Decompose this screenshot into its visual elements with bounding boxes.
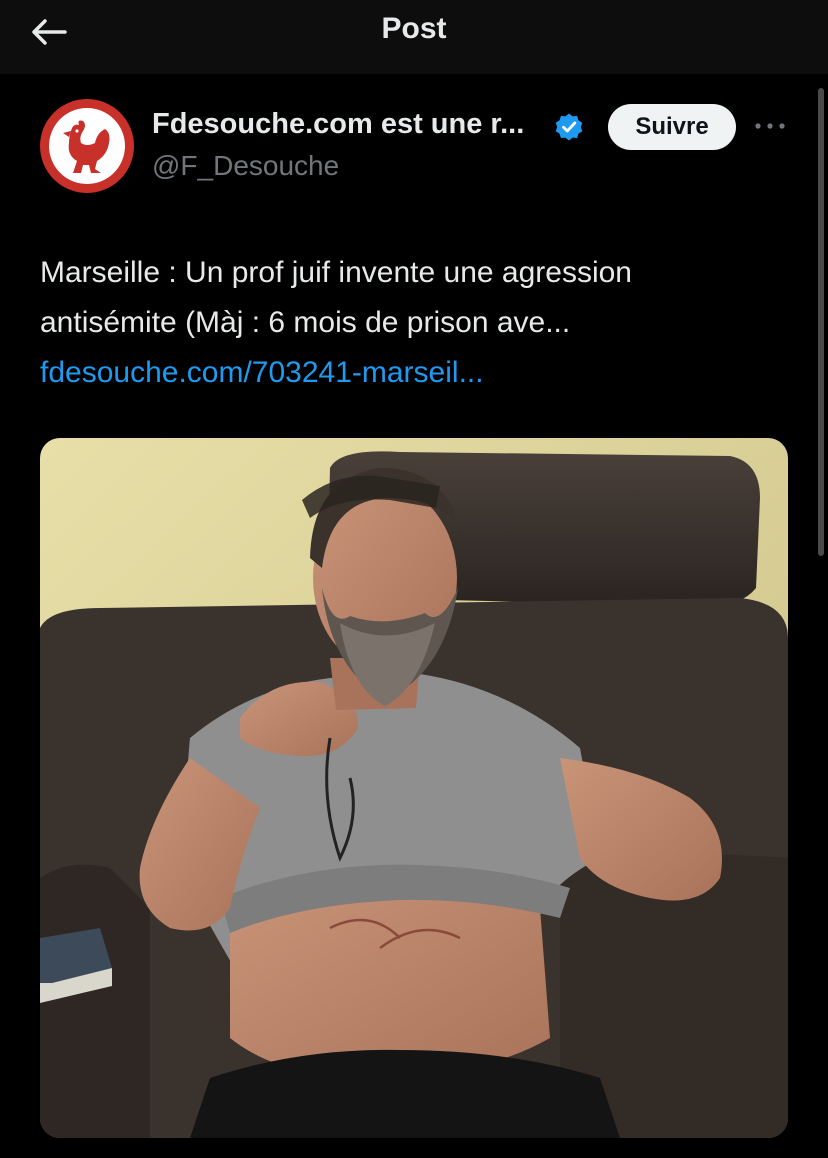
follow-button[interactable]: Suivre (608, 104, 736, 150)
author-handle[interactable]: @F_Desouche (152, 150, 339, 182)
rooster-logo (63, 120, 110, 173)
top-bar: Post (0, 0, 828, 74)
avatar-logo-frame (49, 108, 125, 184)
scrollbar[interactable] (818, 88, 824, 556)
article-link[interactable]: fdesouche.com/703241-marseil... (40, 348, 800, 398)
more-options-icon (755, 123, 785, 129)
author-name[interactable]: Fdesouche.com est une r... (152, 108, 524, 141)
post-text: Marseille : Un prof juif invente une agr… (40, 248, 800, 398)
avatar[interactable] (40, 99, 134, 193)
post-media-image[interactable] (40, 438, 788, 1138)
photo-image (40, 438, 788, 1138)
verified-badge-icon (555, 113, 583, 141)
post-text-line: Marseille : Un prof juif invente une agr… (40, 256, 632, 289)
more-options-button[interactable] (750, 108, 790, 144)
post-text-line: antisémite (Màj : 6 mois de prison ave..… (40, 306, 571, 339)
page-title: Post (381, 12, 447, 45)
